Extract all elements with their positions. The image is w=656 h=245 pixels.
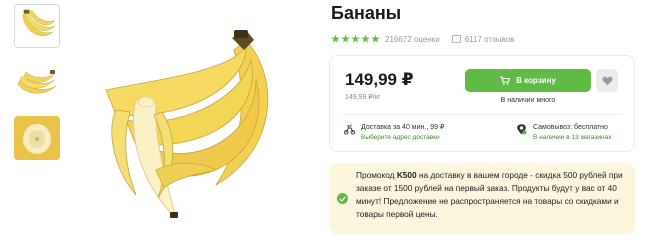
star-icon <box>331 34 340 43</box>
review-icon <box>451 35 461 43</box>
product-image <box>96 20 304 230</box>
promo-text: Промокод K500 на доставку в вашем городе… <box>356 169 628 221</box>
pickup-stores-link[interactable]: В наличии в 13 магазинах <box>533 133 611 143</box>
courier-icon <box>344 124 355 135</box>
cart-icon <box>500 76 511 85</box>
star-icon <box>361 34 370 43</box>
star-icon <box>341 34 350 43</box>
delivery-address-link[interactable]: Выберите адрес доставки <box>361 133 444 143</box>
promo-code[interactable]: K500 <box>397 170 417 180</box>
price-card: 149,99 ₽ 149,99 ₽/кг В корзину В наличии… <box>329 55 635 152</box>
divider <box>342 114 622 115</box>
add-to-cart-label: В корзину <box>516 76 556 85</box>
delivery-option[interactable]: Доставка за 40 мин., 99 ₽ Выберите адрес… <box>344 123 444 143</box>
thumbnail-3[interactable] <box>14 116 60 160</box>
unit-price: 149,99 ₽/кг <box>345 94 381 101</box>
star-rating[interactable] <box>331 34 380 44</box>
thumbnail-2[interactable] <box>14 60 60 104</box>
price: 149,99 ₽ <box>345 70 414 89</box>
rating-row: 216672 оценки 6117 отзывов <box>331 33 514 45</box>
promo-text-start: Промокод <box>356 170 397 180</box>
store-pin-icon <box>517 124 527 135</box>
star-icon <box>351 34 360 43</box>
stock-status: В наличии много <box>500 97 556 104</box>
review-count[interactable]: 6117 отзывов <box>465 35 515 44</box>
add-to-cart-button[interactable]: В корзину <box>465 69 591 92</box>
thumbnail-list <box>14 4 66 172</box>
star-icon <box>371 34 380 43</box>
heart-icon <box>602 76 612 85</box>
promo-check-icon <box>337 193 348 204</box>
promo-banner: Промокод K500 на доставку в вашем городе… <box>329 163 635 234</box>
pickup-option[interactable]: Самовывоз: бесплатно В наличии в 13 мага… <box>516 123 611 143</box>
product-title: Бананы <box>331 3 402 23</box>
thumbnail-1[interactable] <box>14 4 60 48</box>
delivery-title: Доставка за 40 мин., 99 ₽ <box>361 124 445 131</box>
rating-count[interactable]: 216672 оценки <box>385 35 440 44</box>
favorite-button[interactable] <box>596 69 618 92</box>
pickup-title: Самовывоз: бесплатно <box>533 124 608 131</box>
